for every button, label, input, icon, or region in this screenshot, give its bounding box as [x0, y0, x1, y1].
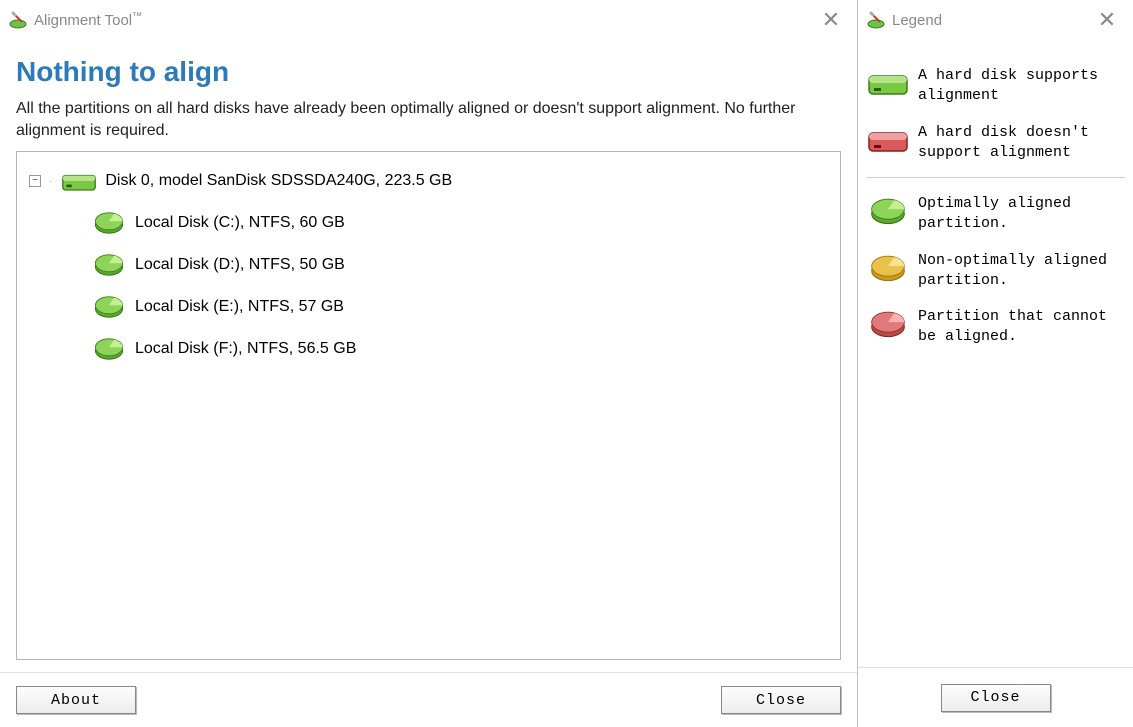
legend-body: A hard disk supports alignment A hard di…: [858, 40, 1133, 667]
partition-red-icon: [866, 305, 910, 343]
main-titlebar: Alignment Tool™ ✕: [0, 0, 857, 40]
tree-branch-icon: ·: [49, 176, 53, 187]
partition-icon: [91, 333, 127, 365]
disk-tree: − · Disk 0, model SanDisk SDSSDA240G, 22…: [16, 151, 841, 660]
partition-icon: [91, 207, 127, 239]
partition-row[interactable]: Local Disk (C:), NTFS, 60 GB: [23, 202, 834, 244]
legend-text: Partition that cannot be aligned.: [918, 305, 1125, 348]
disk-row[interactable]: − · Disk 0, model SanDisk SDSSDA240G, 22…: [23, 160, 834, 202]
partition-label: Local Disk (F:), NTFS, 56.5 GB: [135, 340, 356, 358]
legend-item: Non-optimally aligned partition.: [866, 249, 1125, 292]
partition-icon: [91, 249, 127, 281]
page-heading: Nothing to align: [16, 56, 841, 88]
legend-text: A hard disk supports alignment: [918, 64, 1125, 107]
legend-item: Optimally aligned partition.: [866, 192, 1125, 235]
about-button[interactable]: About: [16, 686, 136, 714]
partition-row[interactable]: Local Disk (D:), NTFS, 50 GB: [23, 244, 834, 286]
partition-green-icon: [866, 192, 910, 230]
disk-red-icon: [866, 121, 910, 159]
legend-item: Partition that cannot be aligned.: [866, 305, 1125, 348]
legend-item: A hard disk supports alignment: [866, 64, 1125, 107]
partition-label: Local Disk (D:), NTFS, 50 GB: [135, 256, 345, 274]
content-area: Nothing to align All the partitions on a…: [0, 40, 857, 672]
partition-row[interactable]: Local Disk (F:), NTFS, 56.5 GB: [23, 328, 834, 370]
close-button[interactable]: Close: [721, 686, 841, 714]
legend-button-bar: Close: [858, 667, 1133, 727]
alignment-tool-window: Alignment Tool™ ✕ Nothing to align All t…: [0, 0, 858, 727]
collapse-icon[interactable]: −: [29, 175, 41, 187]
disk-green-icon: [866, 64, 910, 102]
legend-title: Legend: [892, 12, 1089, 29]
disk-icon: [61, 165, 97, 197]
legend-text: A hard disk doesn't support alignment: [918, 121, 1125, 164]
app-icon: [866, 10, 886, 30]
partition-icon: [91, 291, 127, 323]
partition-row[interactable]: Local Disk (E:), NTFS, 57 GB: [23, 286, 834, 328]
close-icon[interactable]: ✕: [1089, 7, 1125, 33]
page-description: All the partitions on all hard disks hav…: [16, 98, 841, 141]
disk-label: Disk 0, model SanDisk SDSSDA240G, 223.5 …: [105, 172, 452, 190]
partition-label: Local Disk (E:), NTFS, 57 GB: [135, 298, 344, 316]
legend-text: Non-optimally aligned partition.: [918, 249, 1125, 292]
app-icon: [8, 10, 28, 30]
legend-text: Optimally aligned partition.: [918, 192, 1125, 235]
legend-divider: [866, 177, 1125, 178]
close-icon[interactable]: ✕: [813, 7, 849, 33]
main-button-bar: About Close: [0, 672, 857, 727]
legend-window: Legend ✕ A hard disk supports alignment: [858, 0, 1133, 727]
legend-close-button[interactable]: Close: [941, 684, 1051, 712]
partition-gold-icon: [866, 249, 910, 287]
legend-item: A hard disk doesn't support alignment: [866, 121, 1125, 164]
window-title: Alignment Tool™: [34, 11, 813, 29]
legend-titlebar: Legend ✕: [858, 0, 1133, 40]
partition-label: Local Disk (C:), NTFS, 60 GB: [135, 214, 345, 232]
